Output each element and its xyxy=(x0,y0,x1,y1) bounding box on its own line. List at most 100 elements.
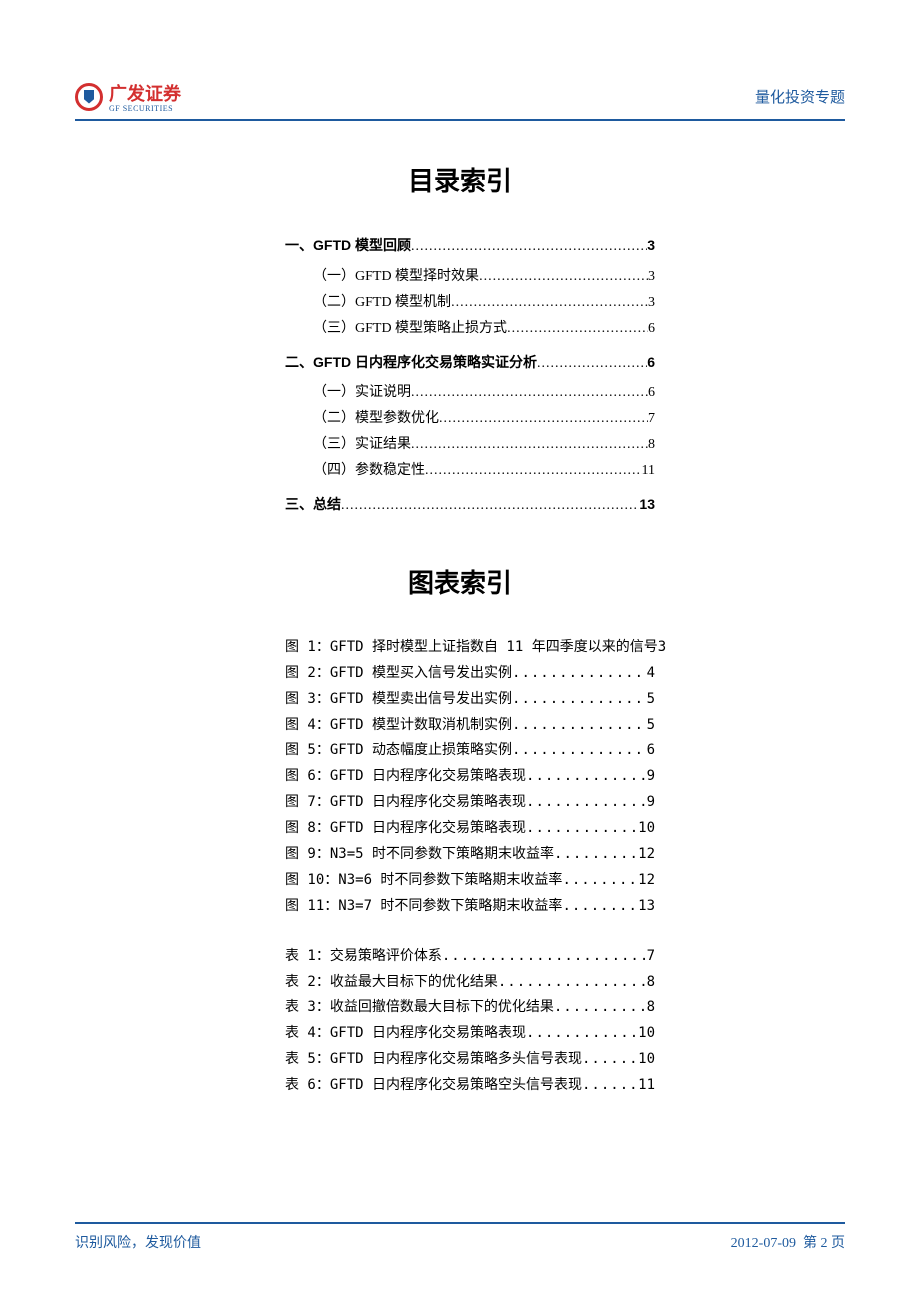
toc-entry: 表 1：交易策略评价体系 7 xyxy=(285,944,655,970)
toc-entry-page: 11 xyxy=(638,1073,655,1099)
header-topic: 量化投资专题 xyxy=(755,86,845,107)
toc-leader xyxy=(439,406,648,432)
toc-entry-label: 表 1：交易策略评价体系 xyxy=(285,944,442,970)
toc-entry-label: 图 8：GFTD 日内程序化交易策略表现 xyxy=(285,816,526,842)
toc-entry-page: 6 xyxy=(648,380,655,406)
page-container: 广发证券 GF SECURITIES 量化投资专题 目录索引 一、GFTD 模型… xyxy=(0,0,920,1302)
toc-entry-label: 表 2：收益最大目标下的优化结果 xyxy=(285,970,498,996)
toc-entry: 图 9：N3=5 时不同参数下策略期末收益率12 xyxy=(285,842,655,868)
toc-leader xyxy=(526,816,638,842)
toc-entry-label: （三）实证结果 xyxy=(313,432,411,458)
page-header: 广发证券 GF SECURITIES 量化投资专题 xyxy=(75,80,845,121)
toc-entry-label: （一）实证说明 xyxy=(313,380,411,406)
toc-entry-page: 11 xyxy=(642,458,655,484)
toc-leader xyxy=(451,290,648,316)
toc-entry-page: 12 xyxy=(638,868,655,894)
toc-entry-page: 12 xyxy=(638,842,655,868)
toc-entry-label: 表 6：GFTD 日内程序化交易策略空头信号表现 xyxy=(285,1073,582,1099)
toc-entry-page: 8 xyxy=(647,995,655,1021)
footer-left: 识别风险，发现价值 xyxy=(75,1232,201,1252)
toc-entry-label: 表 4：GFTD 日内程序化交易策略表现 xyxy=(285,1021,526,1047)
toc-entry-label: 图 10：N3=6 时不同参数下策略期末收益率 xyxy=(285,868,562,894)
toc-leader xyxy=(507,316,648,342)
logo-text-block: 广发证券 GF SECURITIES xyxy=(109,80,181,113)
toc-leader xyxy=(526,1021,638,1047)
toc-leader xyxy=(512,738,647,764)
toc-entry: 图 8：GFTD 日内程序化交易策略表现10 xyxy=(285,816,655,842)
toc-entry-label: 图 7：GFTD 日内程序化交易策略表现 xyxy=(285,790,526,816)
toc-entry: 图 3：GFTD 模型卖出信号发出实例 5 xyxy=(285,687,655,713)
toc-entry-label: 表 5：GFTD 日内程序化交易策略多头信号表现 xyxy=(285,1047,582,1073)
contents-title: 目录索引 xyxy=(75,161,845,198)
toc-entry-label: （三）GFTD 模型策略止损方式 xyxy=(313,316,507,342)
toc-entry-label: 三、总结 xyxy=(285,492,341,518)
toc-entry: 表 3：收益回撤倍数最大目标下的优化结果 8 xyxy=(285,995,655,1021)
toc-entry-label: 图 4：GFTD 模型计数取消机制实例 xyxy=(285,713,512,739)
toc-entry: 表 6：GFTD 日内程序化交易策略空头信号表现 11 xyxy=(285,1073,655,1099)
section-gap xyxy=(75,523,845,563)
toc-entry-label: 图 5：GFTD 动态幅度止损策略实例 xyxy=(285,738,512,764)
toc-entry-page: 10 xyxy=(638,1047,655,1073)
toc-entry: （二）GFTD 模型机制3 xyxy=(285,290,655,316)
toc-entry-page: 10 xyxy=(638,1021,655,1047)
toc-entry: （三）GFTD 模型策略止损方式 6 xyxy=(285,316,655,342)
toc-entry: 图 7：GFTD 日内程序化交易策略表现 9 xyxy=(285,790,655,816)
logo-mark-icon xyxy=(75,83,103,111)
toc-entry-page: 8 xyxy=(647,970,655,996)
toc-entry: 表 2：收益最大目标下的优化结果 8 xyxy=(285,970,655,996)
toc-entry: （二）模型参数优化7 xyxy=(285,406,655,432)
toc-entry-label: 图 2：GFTD 模型买入信号发出实例 xyxy=(285,661,512,687)
toc-leader xyxy=(526,790,647,816)
toc-entry-page: 3 xyxy=(648,264,655,290)
toc-entry-label: 图 1：GFTD 择时模型上证指数自 11 年四季度以来的信号 xyxy=(285,635,658,661)
toc-entry-page: 13 xyxy=(639,492,655,518)
toc-entry-page: 3 xyxy=(647,233,655,259)
toc-entry-page: 13 xyxy=(638,894,655,920)
footer-date: 2012-07-09 xyxy=(731,1236,796,1251)
toc-leader xyxy=(562,894,638,920)
figures-title: 图表索引 xyxy=(75,563,845,600)
toc-entry: 图 11：N3=7 时不同参数下策略期末收益率 13 xyxy=(285,894,655,920)
toc-entry: 表 5：GFTD 日内程序化交易策略多头信号表现 10 xyxy=(285,1047,655,1073)
toc-entry-label: （四）参数稳定性 xyxy=(313,458,425,484)
toc-leader xyxy=(512,713,647,739)
toc-entry-label: （一）GFTD 模型择时效果 xyxy=(313,264,479,290)
toc-entry-page: 9 xyxy=(647,790,655,816)
logo-cn: 广发证券 xyxy=(109,84,181,104)
logo-en: GF SECURITIES xyxy=(109,104,181,113)
footer-right: 2012-07-09 第 2 页 xyxy=(731,1232,845,1252)
toc-entry-page: 6 xyxy=(647,738,655,764)
toc-leader xyxy=(411,432,648,458)
toc-leader xyxy=(498,970,647,996)
list-gap xyxy=(75,920,845,944)
toc-entry-label: 一、GFTD 模型回顾 xyxy=(285,233,411,259)
toc-entry-page: 7 xyxy=(647,944,655,970)
toc-entry-label: 图 3：GFTD 模型卖出信号发出实例 xyxy=(285,687,512,713)
toc-leader xyxy=(554,995,647,1021)
toc-entry-label: 表 3：收益回撤倍数最大目标下的优化结果 xyxy=(285,995,554,1021)
toc-entry-page: 9 xyxy=(647,764,655,790)
figure-list: 图 1：GFTD 择时模型上证指数自 11 年四季度以来的信号3图 2：GFTD… xyxy=(75,635,845,920)
toc-entry: 一、GFTD 模型回顾 3 xyxy=(285,233,655,260)
footer-page: 第 2 页 xyxy=(803,1236,845,1251)
page-footer: 识别风险，发现价值 2012-07-09 第 2 页 xyxy=(75,1222,845,1252)
toc-entry-page: 6 xyxy=(648,316,655,342)
toc-entry: 图 5：GFTD 动态幅度止损策略实例 6 xyxy=(285,738,655,764)
company-logo: 广发证券 GF SECURITIES xyxy=(75,80,181,113)
toc-leader xyxy=(411,234,647,260)
toc-entry-label: 图 6：GFTD 日内程序化交易策略表现 xyxy=(285,764,526,790)
toc-entry-label: 图 11：N3=7 时不同参数下策略期末收益率 xyxy=(285,894,562,920)
toc-entry: 图 1：GFTD 择时模型上证指数自 11 年四季度以来的信号3 xyxy=(285,635,655,661)
toc-entry: （一）实证说明 6 xyxy=(285,380,655,406)
toc-leader xyxy=(442,944,647,970)
toc-entry-page: 5 xyxy=(647,687,655,713)
toc-entry: 表 4：GFTD 日内程序化交易策略表现 10 xyxy=(285,1021,655,1047)
toc-entry-label: （二）GFTD 模型机制 xyxy=(313,290,451,316)
toc-entry-page: 6 xyxy=(647,350,655,376)
toc-leader xyxy=(582,1073,638,1099)
toc-entry: 图 10：N3=6 时不同参数下策略期末收益率 12 xyxy=(285,868,655,894)
toc-entry-page: 7 xyxy=(648,406,655,432)
toc-list: 一、GFTD 模型回顾3（一）GFTD 模型择时效果3（二）GFTD 模型机制3… xyxy=(75,233,845,519)
toc-leader xyxy=(411,380,648,406)
toc-leader xyxy=(479,264,648,290)
